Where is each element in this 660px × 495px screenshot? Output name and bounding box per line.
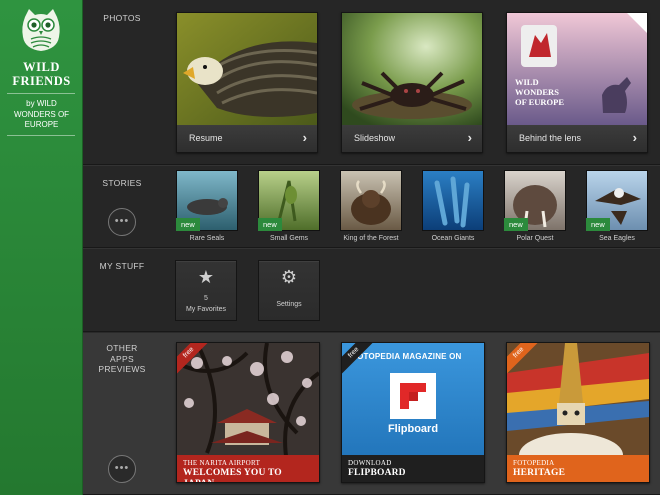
resume-label: Resume [189,133,223,143]
ocean-giants-thumb [422,170,484,231]
flipboard-caption-line2: FLIPBOARD [348,468,406,478]
story-caption: King of the Forest [343,235,399,242]
narita-caption: THE NARITA AIRPORT WELCOMES YOU TO JAPAN [177,455,319,482]
fotopedia-heritage-app-card[interactable]: free FOTOPEDIA HERITAGE [506,342,650,483]
story-caption: Sea Eagles [599,235,635,242]
chevron-right-icon: › [632,130,637,145]
stories-more-button[interactable]: ••• [108,208,136,236]
story-item[interactable]: King of the Forest [340,170,402,246]
flipboard-app-card[interactable]: FOTOPEDIA MAGAZINE ON Flipboard free DOW… [341,342,485,483]
my-stuff-section-label: MY STUFF [99,261,145,271]
chevron-right-icon: › [467,130,472,145]
sidebar-divider [7,93,75,94]
book-cover-title: WILD WONDERS OF EUROPE [515,77,564,107]
behind-the-lens-bar: Behind the lens › [507,125,647,152]
new-badge: new [176,218,200,231]
flipboard-logo-text: Flipboard [387,423,439,435]
story-caption: Polar Quest [516,235,554,242]
settings-button[interactable]: ⚙ Settings [258,260,320,321]
heritage-caption: FOTOPEDIA HERITAGE [507,455,649,482]
app-subtitle-line1: by WILD [26,99,57,108]
other-label-line3: PREVIEWS [98,364,146,374]
other-apps-more-button[interactable]: ••• [108,455,136,483]
story-caption: Small Gems [269,235,309,242]
story-item[interactable]: Ocean Giants [422,170,484,246]
favorites-label: My Favorites [185,306,227,313]
stories-section-label: STORIES [102,178,142,188]
narita-caption-line1: THE NARITA AIRPORT [183,459,261,467]
my-stuff-section: MY STUFF ★ 5 My Favorites ⚙ Settings [83,248,660,332]
app-subtitle: by WILD WONDERS OF EUROPE [0,99,83,131]
chevron-right-icon: › [302,130,307,145]
flipboard-caption-line1: DOWNLOAD [348,459,392,467]
heritage-caption-line1: FOTOPEDIA [513,459,555,467]
new-badge: new [258,218,282,231]
flipboard-header: FOTOPEDIA MAGAZINE ON [352,352,462,361]
other-apps-section-label: OTHER APPS PREVIEWS [91,343,153,375]
book-line2: WONDERS [515,87,559,97]
flipboard-logo-icon [390,373,436,419]
book-line3: OF EUROPE [515,97,565,107]
app-title-line1: WILD [23,60,60,74]
behind-the-lens-card[interactable]: WILD WONDERS OF EUROPE Behind the lens › [506,12,648,153]
photos-section: PHOTOS Resume › Slideshow › WILD WONDERS… [83,0,660,165]
favorites-count: 5 [204,295,208,302]
book-line1: WILD [515,77,539,87]
other-label-line1: OTHER [106,343,138,353]
app-title-line2: FRIENDS [12,74,71,88]
story-item[interactable]: new Rare Seals [176,170,238,246]
slideshow-label: Slideshow [354,133,396,143]
resume-card[interactable]: Resume › [176,12,318,153]
story-caption: Rare Seals [189,235,225,242]
app-window: WILD FRIENDS by WILD WONDERS OF EUROPE P… [0,0,660,495]
owl-logo-icon [22,9,60,51]
king-of-the-forest-thumb [340,170,402,231]
my-favorites-button[interactable]: ★ 5 My Favorites [175,260,237,321]
heritage-caption-line2: HERITAGE [513,468,566,478]
stories-section: STORIES ••• new Rare Seals new Small Gem… [83,165,660,248]
app-title: WILD FRIENDS [0,60,83,88]
more-dots-icon: ••• [114,215,130,227]
other-apps-section: OTHER APPS PREVIEWS ••• free THE NARITA … [83,332,660,495]
sidebar: WILD FRIENDS by WILD WONDERS OF EUROPE [0,0,83,495]
gear-icon: ⚙ [280,267,298,287]
spider-photo [342,13,482,125]
star-icon: ★ [197,267,215,287]
story-item[interactable]: new Polar Quest [504,170,566,246]
behind-the-lens-label: Behind the lens [519,133,582,143]
new-badge: new [586,218,610,231]
app-subtitle-line3: EUROPE [24,120,59,129]
other-label-line2: APPS [110,353,134,364]
story-item[interactable]: new Sea Eagles [586,170,648,246]
resume-bar: Resume › [177,125,317,152]
settings-label: Settings [276,301,302,308]
slideshow-card[interactable]: Slideshow › [341,12,483,153]
story-caption: Ocean Giants [431,235,475,242]
book-cover-photo: WILD WONDERS OF EUROPE [507,13,647,125]
photos-section-label: PHOTOS [103,13,141,23]
slideshow-bar: Slideshow › [342,125,482,152]
eagle-photo [177,13,317,125]
flipboard-caption: DOWNLOAD FLIPBOARD [342,455,484,482]
app-subtitle-line2: WONDERS OF [13,109,70,119]
story-item[interactable]: new Small Gems [258,170,320,246]
more-dots-icon: ••• [114,462,130,474]
sidebar-divider [7,135,75,136]
narita-caption-line2: WELCOMES YOU TO JAPAN [183,468,282,482]
new-badge: new [504,218,528,231]
narita-airport-app-card[interactable]: free THE NARITA AIRPORT WELCOMES YOU TO … [176,342,320,483]
